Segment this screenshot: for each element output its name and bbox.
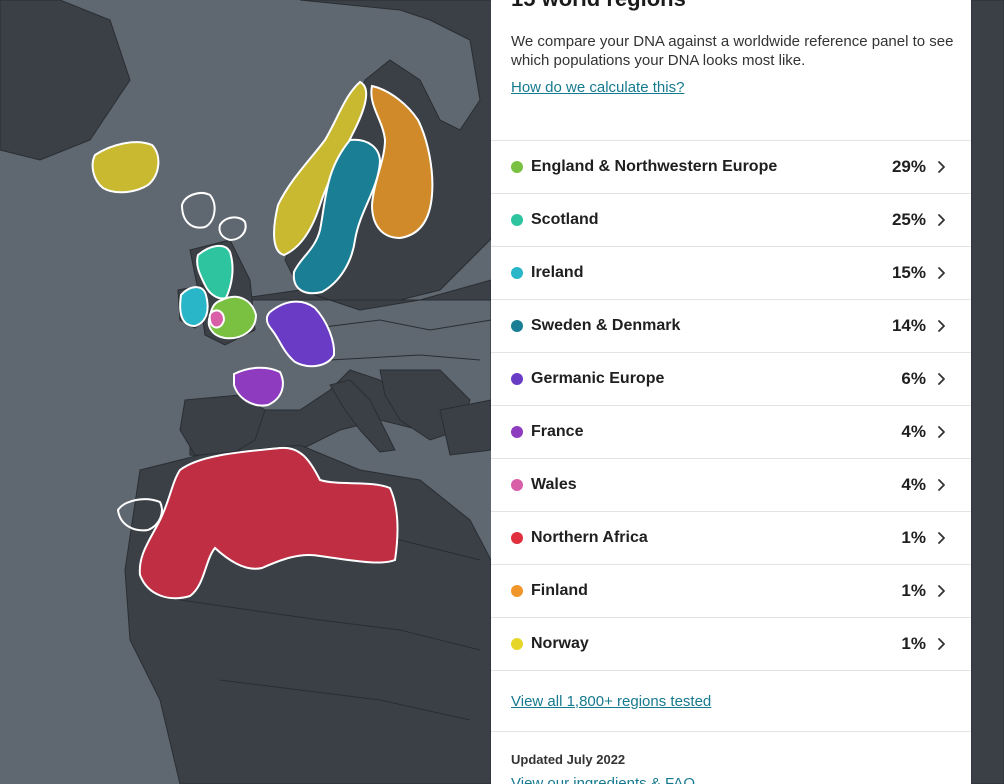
region-color-dot: [511, 638, 523, 650]
region-color-dot: [511, 320, 523, 332]
chevron-right-icon: [938, 161, 945, 173]
region-name: Wales: [531, 476, 577, 493]
ethnicity-panel: 15 world regions We compare your DNA aga…: [491, 0, 971, 784]
region-percent: 1%: [901, 581, 926, 600]
region-row-england[interactable]: England & Northwestern Europe 29%: [491, 141, 971, 194]
region-color-dot: [511, 532, 523, 544]
region-name: Ireland: [531, 264, 584, 281]
region-color-dot: [511, 161, 523, 173]
region-percent: 1%: [901, 634, 926, 653]
region-percent: 4%: [901, 422, 926, 441]
region-color-dot: [511, 426, 523, 438]
faroe-region: [218, 216, 247, 242]
region-color-dot: [511, 267, 523, 279]
region-list: England & Northwestern Europe 29% Scotla…: [491, 140, 971, 671]
region-row-wales[interactable]: Wales 4%: [491, 459, 971, 512]
region-percent: 4%: [901, 475, 926, 494]
region-row-northern-africa[interactable]: Northern Africa 1%: [491, 512, 971, 565]
region-row-germanic-europe[interactable]: Germanic Europe 6%: [491, 353, 971, 406]
chevron-right-icon: [938, 585, 945, 597]
region-color-dot: [511, 214, 523, 226]
region-row-sweden-denmark[interactable]: Sweden & Denmark 14%: [491, 300, 971, 353]
panel-title: 15 world regions: [511, 0, 686, 12]
updated-date: Updated July 2022: [511, 752, 626, 767]
divider: [491, 731, 971, 732]
chevron-right-icon: [938, 320, 945, 332]
region-name: England & Northwestern Europe: [531, 158, 778, 175]
region-name: Germanic Europe: [531, 370, 665, 387]
region-row-norway[interactable]: Norway 1%: [491, 618, 971, 671]
chevron-right-icon: [938, 373, 945, 385]
region-row-scotland[interactable]: Scotland 25%: [491, 194, 971, 247]
view-all-regions-link[interactable]: View all 1,800+ regions tested: [511, 693, 711, 710]
region-name: Norway: [531, 635, 589, 652]
ireland-region: [179, 286, 209, 328]
region-row-ireland[interactable]: Ireland 15%: [491, 247, 971, 300]
region-percent: 15%: [891, 263, 926, 282]
region-percent: 1%: [901, 528, 926, 547]
chevron-right-icon: [938, 479, 945, 491]
chevron-right-icon: [938, 638, 945, 650]
region-name: Sweden & Denmark: [531, 317, 681, 334]
region-name: France: [531, 423, 584, 440]
chevron-right-icon: [938, 426, 945, 438]
region-color-dot: [511, 479, 523, 491]
region-name: Finland: [531, 582, 588, 599]
wales-region: [208, 309, 226, 329]
right-edge-land: [970, 0, 1004, 784]
region-row-finland[interactable]: Finland 1%: [491, 565, 971, 618]
region-percent: 29%: [891, 157, 926, 176]
region-percent: 14%: [891, 316, 926, 335]
region-percent: 6%: [901, 369, 926, 388]
chevron-right-icon: [938, 532, 945, 544]
turkey-land: [439, 399, 492, 456]
iceland-region: [91, 141, 160, 194]
region-color-dot: [511, 373, 523, 385]
chevron-right-icon: [938, 214, 945, 226]
greenland-iceland-land: [0, 0, 131, 161]
how-calculate-link[interactable]: How do we calculate this?: [511, 79, 684, 96]
chevron-right-icon: [938, 267, 945, 279]
panel-description: We compare your DNA against a worldwide …: [511, 33, 954, 69]
shetland-region: [180, 192, 216, 229]
region-name: Scotland: [531, 211, 599, 228]
region-row-france[interactable]: France 4%: [491, 406, 971, 459]
region-name: Northern Africa: [531, 529, 648, 546]
germanic-europe-region: [265, 300, 336, 368]
region-color-dot: [511, 585, 523, 597]
region-percent: 25%: [891, 210, 926, 229]
ingredients-faq-link[interactable]: View our ingredients & FAQ: [511, 775, 695, 784]
